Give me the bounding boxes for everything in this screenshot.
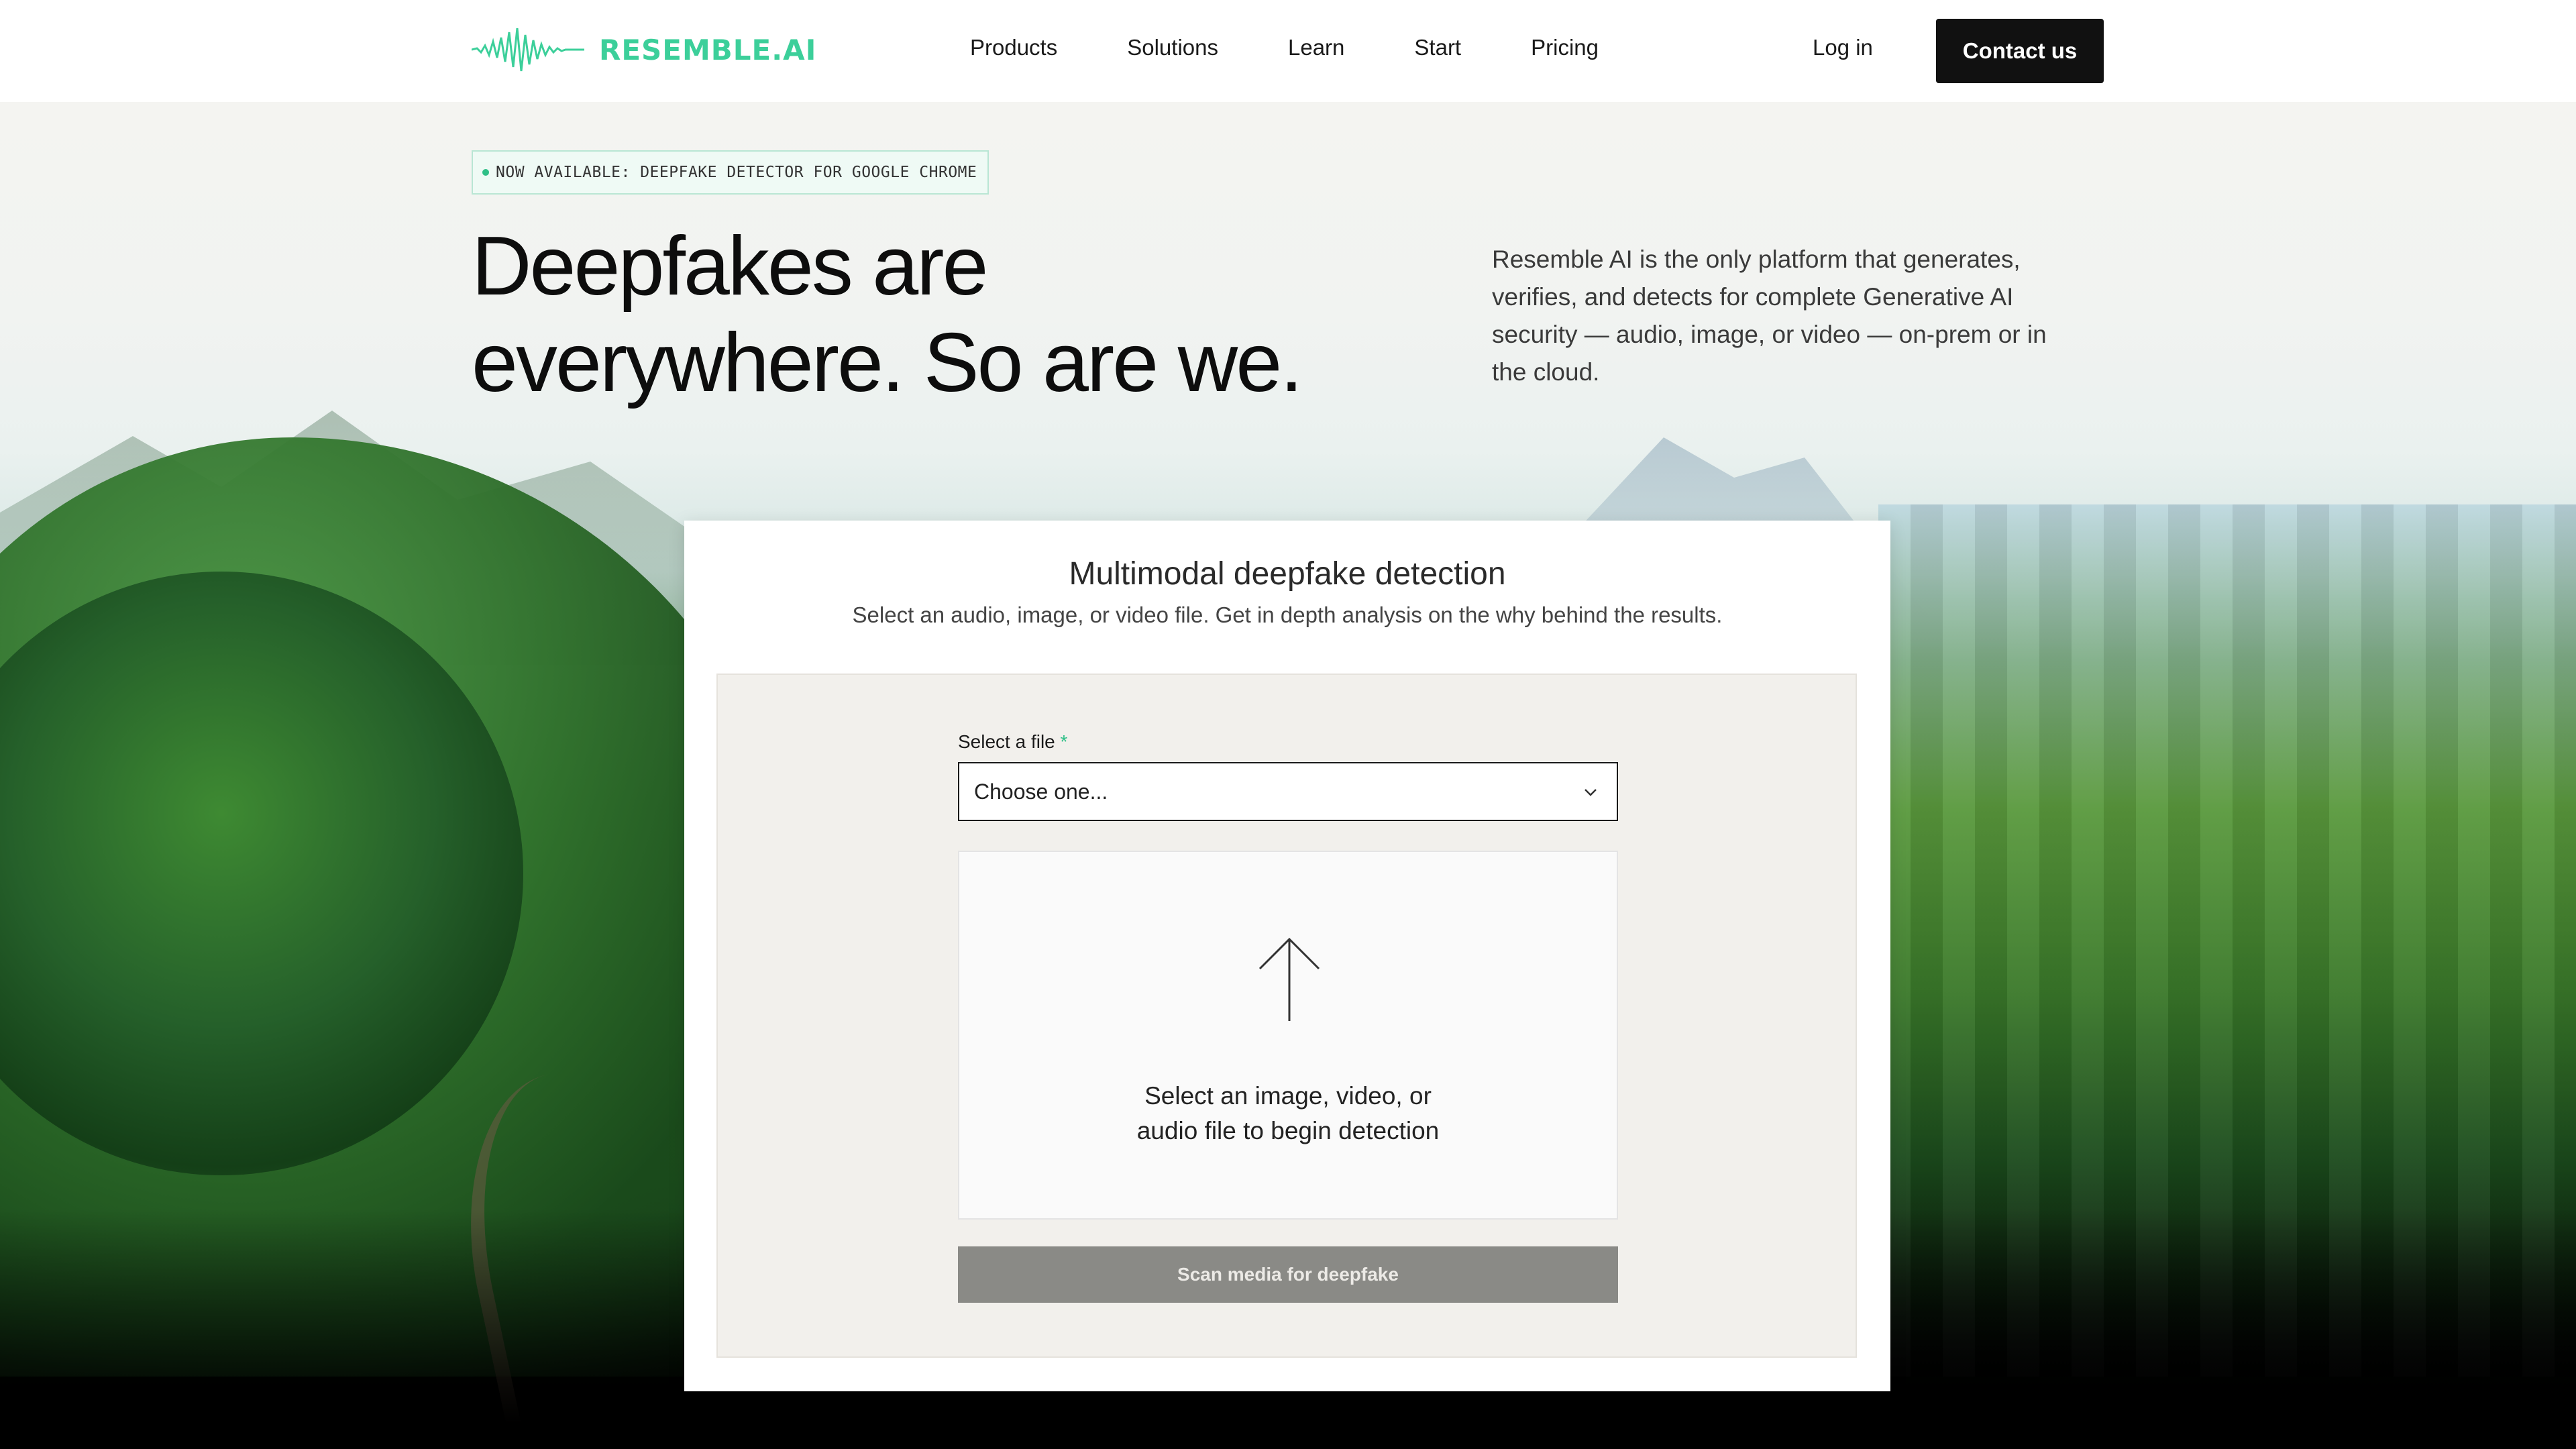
file-select-label-text: Select a file <box>958 731 1055 752</box>
chevron-down-icon <box>1585 789 1597 796</box>
nav-products[interactable]: Products <box>970 35 1057 60</box>
file-select-value: Choose one... <box>974 779 1108 804</box>
file-select-dropdown[interactable]: Choose one... <box>958 762 1618 821</box>
file-dropzone[interactable]: Select an image, video, or audio file to… <box>958 851 1618 1220</box>
logo-text: RESEMBLE.AI <box>599 33 817 66</box>
hero-title-line1: Deepfakes are <box>472 220 988 313</box>
status-dot-icon <box>482 169 489 176</box>
nav-learn[interactable]: Learn <box>1288 35 1344 60</box>
top-nav: RESEMBLE.AI Products Solutions Learn Sta… <box>0 0 2576 102</box>
dropzone-text-line2: audio file to begin detection <box>1136 1117 1440 1144</box>
nav-solutions[interactable]: Solutions <box>1127 35 1218 60</box>
upload-panel: Select a file * Choose one... Select an … <box>716 674 1857 1358</box>
required-mark: * <box>1060 731 1068 752</box>
dropzone-text-line1: Select an image, video, or <box>1144 1082 1432 1110</box>
announcement-badge[interactable]: NOW AVAILABLE: DEEPFAKE DETECTOR FOR GOO… <box>472 150 989 195</box>
nav-pricing[interactable]: Pricing <box>1531 35 1599 60</box>
card-title: Multimodal deepfake detection <box>1069 556 1506 592</box>
deepfake-detector-card: Multimodal deepfake detection Select an … <box>684 521 1890 1391</box>
nav-start[interactable]: Start <box>1414 35 1461 60</box>
waveform-logo-icon <box>472 28 584 72</box>
login-link[interactable]: Log in <box>1813 35 1873 60</box>
hero-description: Resemble AI is the only platform that ge… <box>1492 246 2047 386</box>
upload-arrow-icon <box>1258 937 1320 1021</box>
hero-title: Deepfakes are everywhere. So are we. <box>472 218 1344 411</box>
nav-links: Products Solutions Learn Start Pricing <box>970 35 1599 60</box>
dropzone-text: Select an image, video, or audio file to… <box>959 1079 1617 1148</box>
logo[interactable]: RESEMBLE.AI <box>472 23 816 76</box>
hero-title-line2: everywhere. So are we. <box>472 317 1303 409</box>
badge-text: NOW AVAILABLE: DEEPFAKE DETECTOR FOR GOO… <box>496 164 977 181</box>
contact-us-button[interactable]: Contact us <box>1936 19 2104 83</box>
file-select-label: Select a file * <box>958 731 1067 753</box>
card-subtitle: Select an audio, image, or video file. G… <box>852 602 1723 627</box>
scan-media-button[interactable]: Scan media for deepfake <box>958 1246 1618 1303</box>
